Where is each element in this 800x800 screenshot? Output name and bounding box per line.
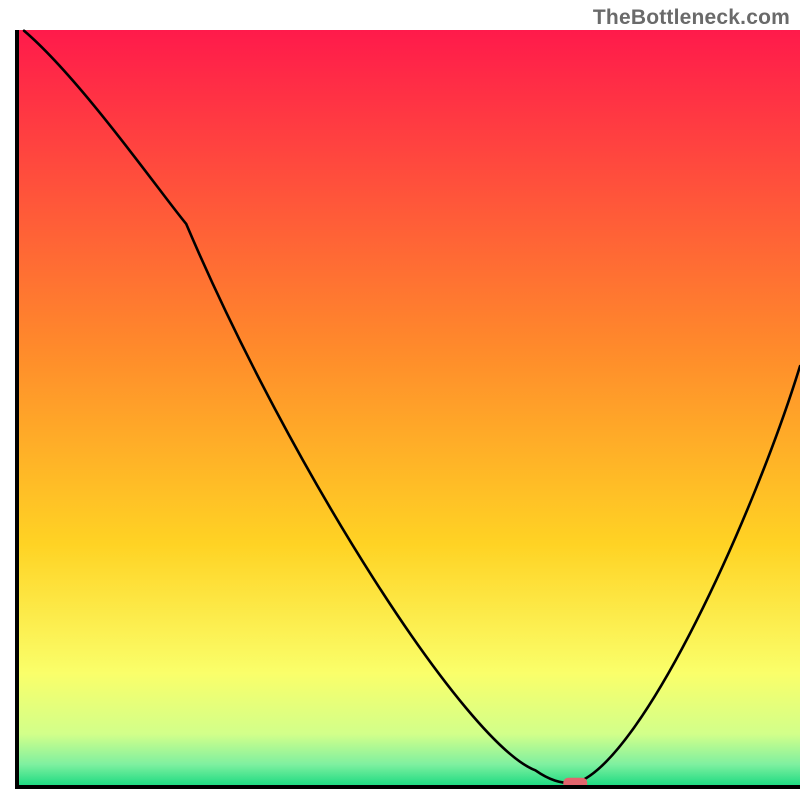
watermark-text: TheBottleneck.com — [593, 6, 790, 30]
bottleneck-chart: TheBottleneck.com — [0, 0, 800, 800]
plot-background — [17, 30, 800, 787]
chart-svg — [0, 0, 800, 800]
